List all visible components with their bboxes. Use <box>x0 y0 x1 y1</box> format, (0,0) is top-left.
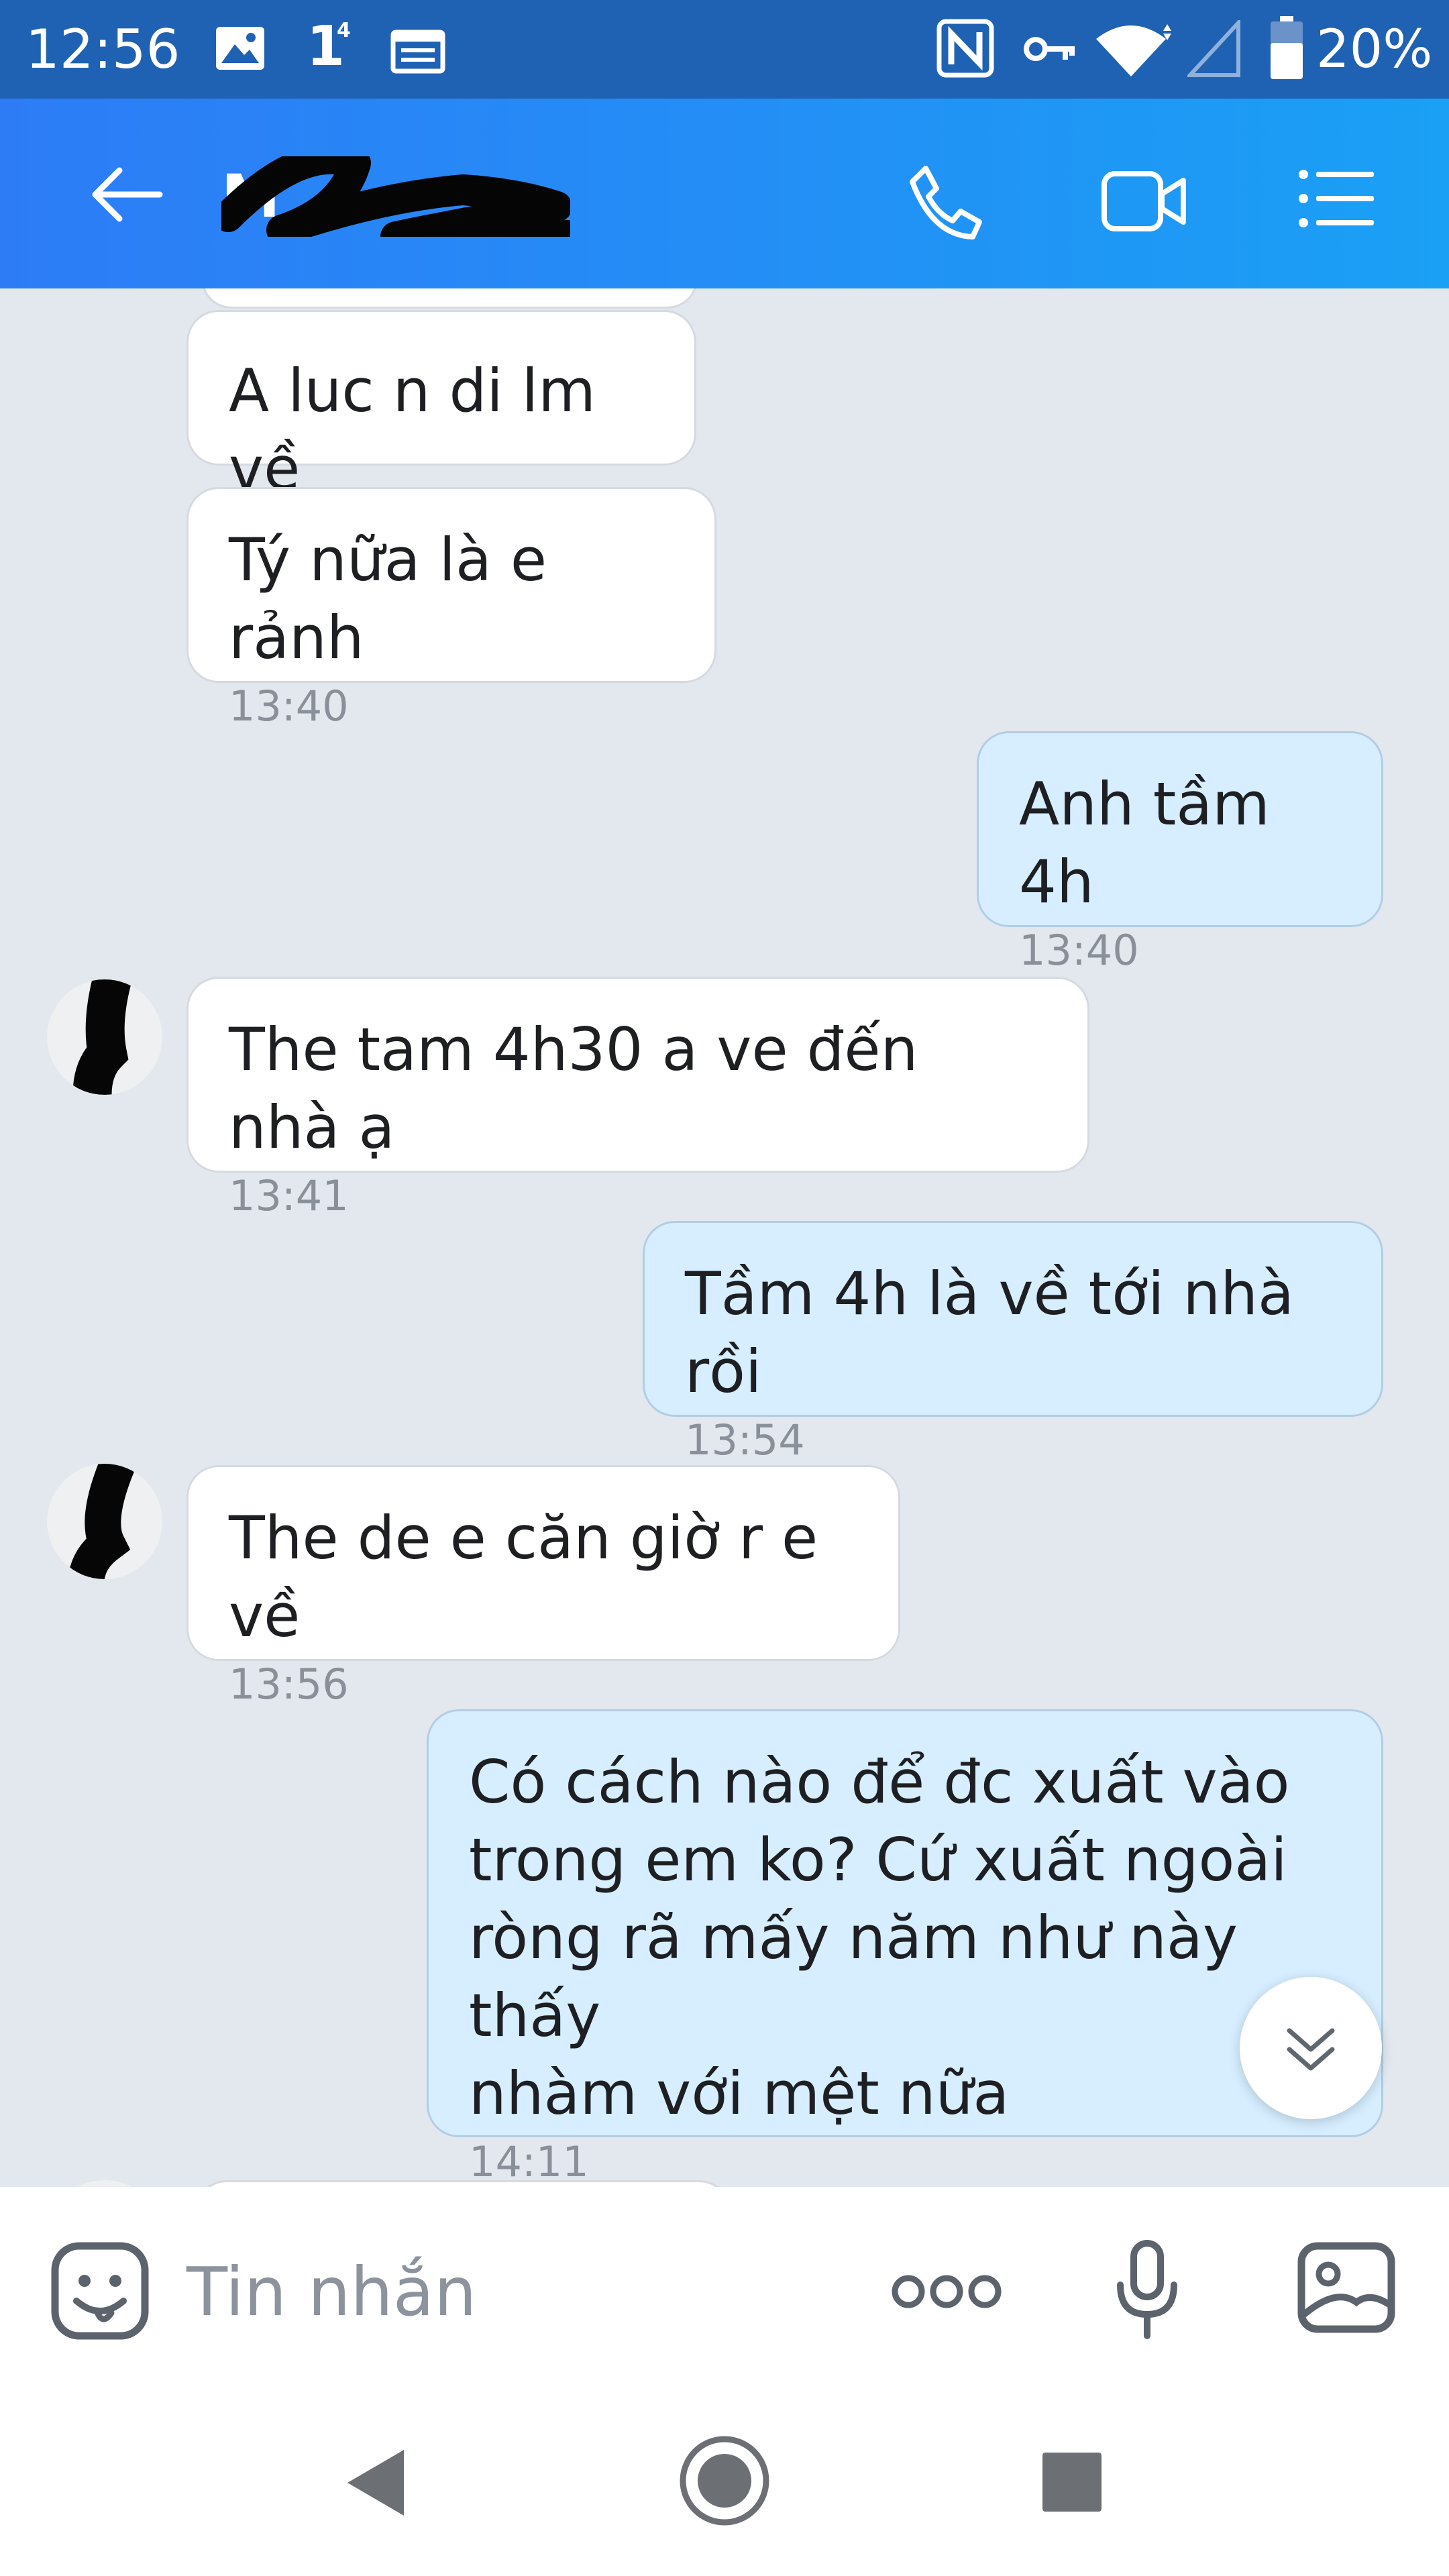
wifi-icon <box>1096 24 1171 76</box>
message-bubble-incoming[interactable]: A luc n di lm về <box>186 310 696 503</box>
nav-back-icon[interactable] <box>342 2446 409 2520</box>
calendar-icon <box>390 30 445 74</box>
sticker-icon[interactable] <box>50 2241 150 2341</box>
redaction-scribble <box>72 979 133 1095</box>
status-bar: 12:56 1 4 20% <box>0 0 1449 99</box>
redaction-scribble <box>68 1464 138 1579</box>
double-chevron-down-icon <box>1287 2028 1335 2071</box>
nav-recents-icon[interactable] <box>1040 2450 1104 2514</box>
message-text: Anh tầm 4h <box>1019 769 1289 916</box>
signal-icon <box>1187 20 1240 77</box>
nav-home-icon[interactable] <box>678 2434 771 2528</box>
gallery-icon[interactable] <box>1296 2241 1397 2334</box>
video-call-icon[interactable] <box>1100 164 1187 238</box>
message-text: Tý nữa là e rảnh <box>229 525 566 672</box>
message-text: The de e căn giờ r e về <box>229 1503 837 1650</box>
scroll-to-bottom-button[interactable] <box>1240 1977 1382 2119</box>
message-bubble-outgoing[interactable]: Tầm 4h là về tới nhà rồi 13:54 <box>643 1221 1383 1464</box>
battery-icon <box>1271 16 1303 79</box>
message-time: 13:54 <box>685 1415 805 1464</box>
status-time: 12:56 <box>25 18 180 80</box>
contact-avatar[interactable] <box>47 1464 162 1579</box>
back-arrow-icon[interactable] <box>86 164 166 225</box>
message-time: 14:11 <box>469 2137 589 2186</box>
message-bubble-incoming[interactable]: The de e căn giờ r e về 13:56 <box>186 1465 900 1709</box>
message-bubble-incoming[interactable]: Tý nữa là e rảnh 13:40 <box>186 487 716 731</box>
message-composer: Tin nhắn <box>0 2187 1449 2388</box>
message-input[interactable]: Tin nhắn <box>186 2249 476 2336</box>
chat-header: M <box>0 99 1449 288</box>
microphone-icon[interactable] <box>1115 2239 1179 2340</box>
message-text: The tam 4h30 a ve đến nhà ạ <box>229 1015 937 1162</box>
contact-avatar[interactable] <box>47 2180 162 2187</box>
contact-avatar[interactable] <box>47 979 162 1095</box>
message-time: 13:40 <box>1019 926 1139 975</box>
message-text: A luc n di lm về <box>229 356 614 503</box>
nfc-icon <box>936 19 994 78</box>
system-navigation-bar <box>0 2388 1449 2576</box>
sim-indicator-superscript: 4 <box>337 19 351 42</box>
message-bubble-outgoing[interactable]: Anh tầm 4h 13:40 <box>977 731 1383 975</box>
menu-list-icon[interactable] <box>1297 168 1375 229</box>
message-bubble-partial <box>195 2180 731 2187</box>
contact-name[interactable]: M <box>221 156 570 237</box>
message-text: Tầm 4h là về tới nhà rồi <box>685 1259 1313 1406</box>
message-time: 13:56 <box>229 1660 349 1709</box>
message-bubble-incoming[interactable]: The tam 4h30 a ve đến nhà ạ 13:41 <box>186 977 1089 1220</box>
message-time: 13:40 <box>229 682 349 731</box>
phone-call-icon[interactable] <box>906 162 986 242</box>
message-time: 13:41 <box>229 1171 349 1220</box>
message-text: Có cách nào để đc xuất vào trong em ko? … <box>469 1748 1290 2128</box>
vpn-key-icon <box>1024 37 1075 61</box>
redaction-scribble <box>221 156 570 237</box>
image-icon <box>216 27 264 70</box>
more-options-icon[interactable] <box>890 2273 1004 2310</box>
message-bubble-outgoing[interactable]: Có cách nào để đc xuất vào trong em ko? … <box>427 1709 1383 2186</box>
battery-percentage: 20% <box>1316 19 1433 80</box>
message-list[interactable]: A luc n di lm về Tý nữa là e rảnh 13:40 … <box>0 288 1449 2187</box>
message-bubble-partial <box>201 288 698 309</box>
